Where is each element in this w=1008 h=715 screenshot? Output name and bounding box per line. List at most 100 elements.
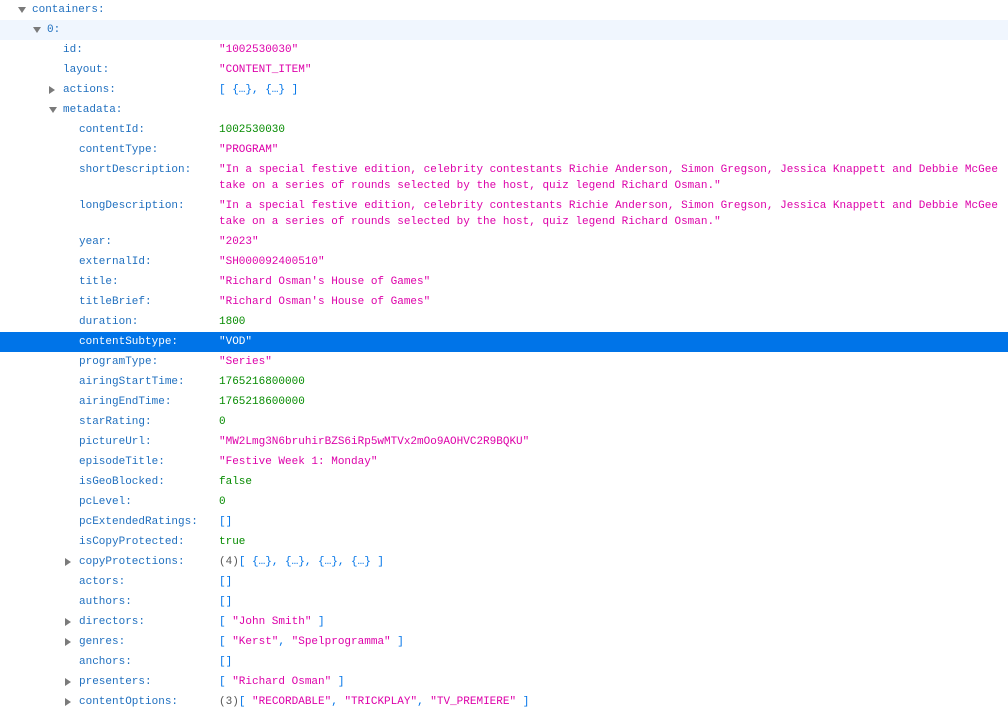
json-row-contentOptions[interactable]: contentOptions: (3)[ "RECORDABLE", "TRICK… (0, 692, 1008, 712)
json-value: 0 (219, 414, 1008, 430)
json-value: "2023" (219, 234, 1008, 250)
json-value: "Festive Week 1: Monday" (219, 454, 1008, 470)
value-token: [ (219, 616, 233, 628)
value-token: [ {…}, {…}, {…}, {…} ] (238, 556, 385, 568)
json-key: contentOptions: (79, 696, 179, 708)
json-key: layout: (63, 64, 110, 76)
json-row-directors[interactable]: directors: [ "John Smith" ] (0, 612, 1008, 632)
value-token: (3) (219, 696, 239, 708)
json-row-genres[interactable]: genres: [ "Kerst", "Spelprogramma" ] (0, 632, 1008, 652)
value-token: true (219, 536, 246, 548)
json-row-authors[interactable]: authors: [] (0, 592, 1008, 612)
json-value: 1002530030 (219, 122, 1008, 138)
expanded-triangle-icon[interactable] (33, 27, 41, 33)
value-token: 0 (219, 416, 226, 428)
json-row-isGeoBlocked[interactable]: isGeoBlocked: false (0, 472, 1008, 492)
json-row-pcLevel[interactable]: pcLevel: 0 (0, 492, 1008, 512)
json-value: [ "John Smith" ] (219, 614, 1008, 630)
value-token: 0 (219, 496, 226, 508)
json-row-isCopyProtected[interactable]: isCopyProtected: true (0, 532, 1008, 552)
json-row-longDescription[interactable]: longDescription: "In a special festive ed… (0, 196, 1008, 232)
json-row-metadata[interactable]: metadata: (0, 100, 1008, 120)
json-row-airingEndTime[interactable]: airingEndTime: 1765218600000 (0, 392, 1008, 412)
json-value: "SH000092400510" (219, 254, 1008, 270)
json-value: "In a special festive edition, celebrity… (219, 162, 1008, 194)
value-token: "Festive Week 1: Monday" (219, 456, 378, 468)
json-row-presenters[interactable]: presenters: [ "Richard Osman" ] (0, 672, 1008, 692)
collapsed-triangle-icon[interactable] (49, 86, 55, 94)
value-token: [] (219, 656, 233, 668)
json-row-id[interactable]: id: "1002530030" (0, 40, 1008, 60)
json-row-contentSubtype[interactable]: contentSubtype: "VOD" (0, 332, 1008, 352)
json-value: [] (219, 594, 1008, 610)
value-token: [] (219, 596, 233, 608)
json-value: (4)[ {…}, {…}, {…}, {…} ] (219, 554, 1008, 570)
json-row-programType[interactable]: programType: "Series" (0, 352, 1008, 372)
value-token: "Richard Osman" (232, 676, 332, 688)
json-key: contentId: (79, 124, 146, 136)
json-key: titleBrief: (79, 296, 152, 308)
json-row-copyProtections[interactable]: copyProtections: (4)[ {…}, {…}, {…}, {…} … (0, 552, 1008, 572)
collapsed-triangle-icon[interactable] (65, 638, 71, 646)
json-row-titleBrief[interactable]: titleBrief: "Richard Osman's House of Gam… (0, 292, 1008, 312)
value-token: "TV_PREMIERE" (430, 696, 517, 708)
json-row-externalId[interactable]: externalId: "SH000092400510" (0, 252, 1008, 272)
json-key: contentSubtype: (79, 336, 179, 348)
collapsed-triangle-icon[interactable] (65, 698, 71, 706)
expanded-triangle-icon[interactable] (18, 7, 26, 13)
json-row-pictureUrl[interactable]: pictureUrl: "MW2Lmg3N6bruhirBZS6iRp5wMTVx… (0, 432, 1008, 452)
json-row-year[interactable]: year: "2023" (0, 232, 1008, 252)
collapsed-triangle-icon[interactable] (65, 618, 71, 626)
json-key: actions: (63, 84, 116, 96)
value-token: ] (331, 676, 345, 688)
value-token: 1765216800000 (219, 376, 305, 388)
value-token: "Richard Osman's House of Games" (219, 296, 431, 308)
json-value: [] (219, 654, 1008, 670)
json-value: "PROGRAM" (219, 142, 1008, 158)
value-token: "Richard Osman's House of Games" (219, 276, 431, 288)
json-value: "In a special festive edition, celebrity… (219, 198, 1008, 230)
json-key: externalId: (79, 256, 152, 268)
json-value: [] (219, 514, 1008, 530)
json-key: authors: (79, 596, 132, 608)
json-row-anchors[interactable]: anchors: [] (0, 652, 1008, 672)
json-key: programType: (79, 356, 159, 368)
json-row-starRating[interactable]: starRating: 0 (0, 412, 1008, 432)
value-token: [ (219, 676, 233, 688)
json-row-contentType[interactable]: contentType: "PROGRAM" (0, 140, 1008, 160)
json-row-actors[interactable]: actors: [] (0, 572, 1008, 592)
value-token: "In a special festive edition, celebrity… (219, 164, 998, 192)
json-row-0[interactable]: 0: (0, 20, 1008, 40)
json-key: anchors: (79, 656, 132, 668)
json-row-actions[interactable]: actions: [ {…}, {…} ] (0, 80, 1008, 100)
json-row-shortDescription[interactable]: shortDescription: "In a special festive e… (0, 160, 1008, 196)
json-row-layout[interactable]: layout: "CONTENT_ITEM" (0, 60, 1008, 80)
value-token: "TRICKPLAY" (344, 696, 418, 708)
value-token: "In a special festive edition, celebrity… (219, 200, 998, 228)
json-row-duration[interactable]: duration: 1800 (0, 312, 1008, 332)
value-token: 1002530030 (219, 124, 286, 136)
value-token: 1765218600000 (219, 396, 305, 408)
expanded-triangle-icon[interactable] (49, 107, 57, 113)
json-row-airingStartTime[interactable]: airingStartTime: 1765216800000 (0, 372, 1008, 392)
json-value (219, 22, 1008, 38)
json-key: duration: (79, 316, 139, 328)
json-row-title[interactable]: title: "Richard Osman's House of Games" (0, 272, 1008, 292)
json-key: shortDescription: (79, 164, 192, 176)
json-value: 1800 (219, 314, 1008, 330)
json-row-contentId[interactable]: contentId: 1002530030 (0, 120, 1008, 140)
value-token: "Spelprogramma" (291, 636, 391, 648)
json-row-containers[interactable]: containers: (0, 0, 1008, 20)
value-token: "2023" (219, 236, 259, 248)
value-token: , (331, 696, 345, 708)
value-token: "VOD" (219, 336, 253, 348)
collapsed-triangle-icon[interactable] (65, 678, 71, 686)
value-token: [ (219, 636, 233, 648)
json-key: containers: (32, 4, 105, 16)
json-value (219, 2, 1008, 18)
value-token: [ {…}, {…} ] (219, 84, 299, 96)
collapsed-triangle-icon[interactable] (65, 558, 71, 566)
json-row-pcExtendedRatings[interactable]: pcExtendedRatings: [] (0, 512, 1008, 532)
value-token: 1800 (219, 316, 246, 328)
json-row-episodeTitle[interactable]: episodeTitle: "Festive Week 1: Monday" (0, 452, 1008, 472)
